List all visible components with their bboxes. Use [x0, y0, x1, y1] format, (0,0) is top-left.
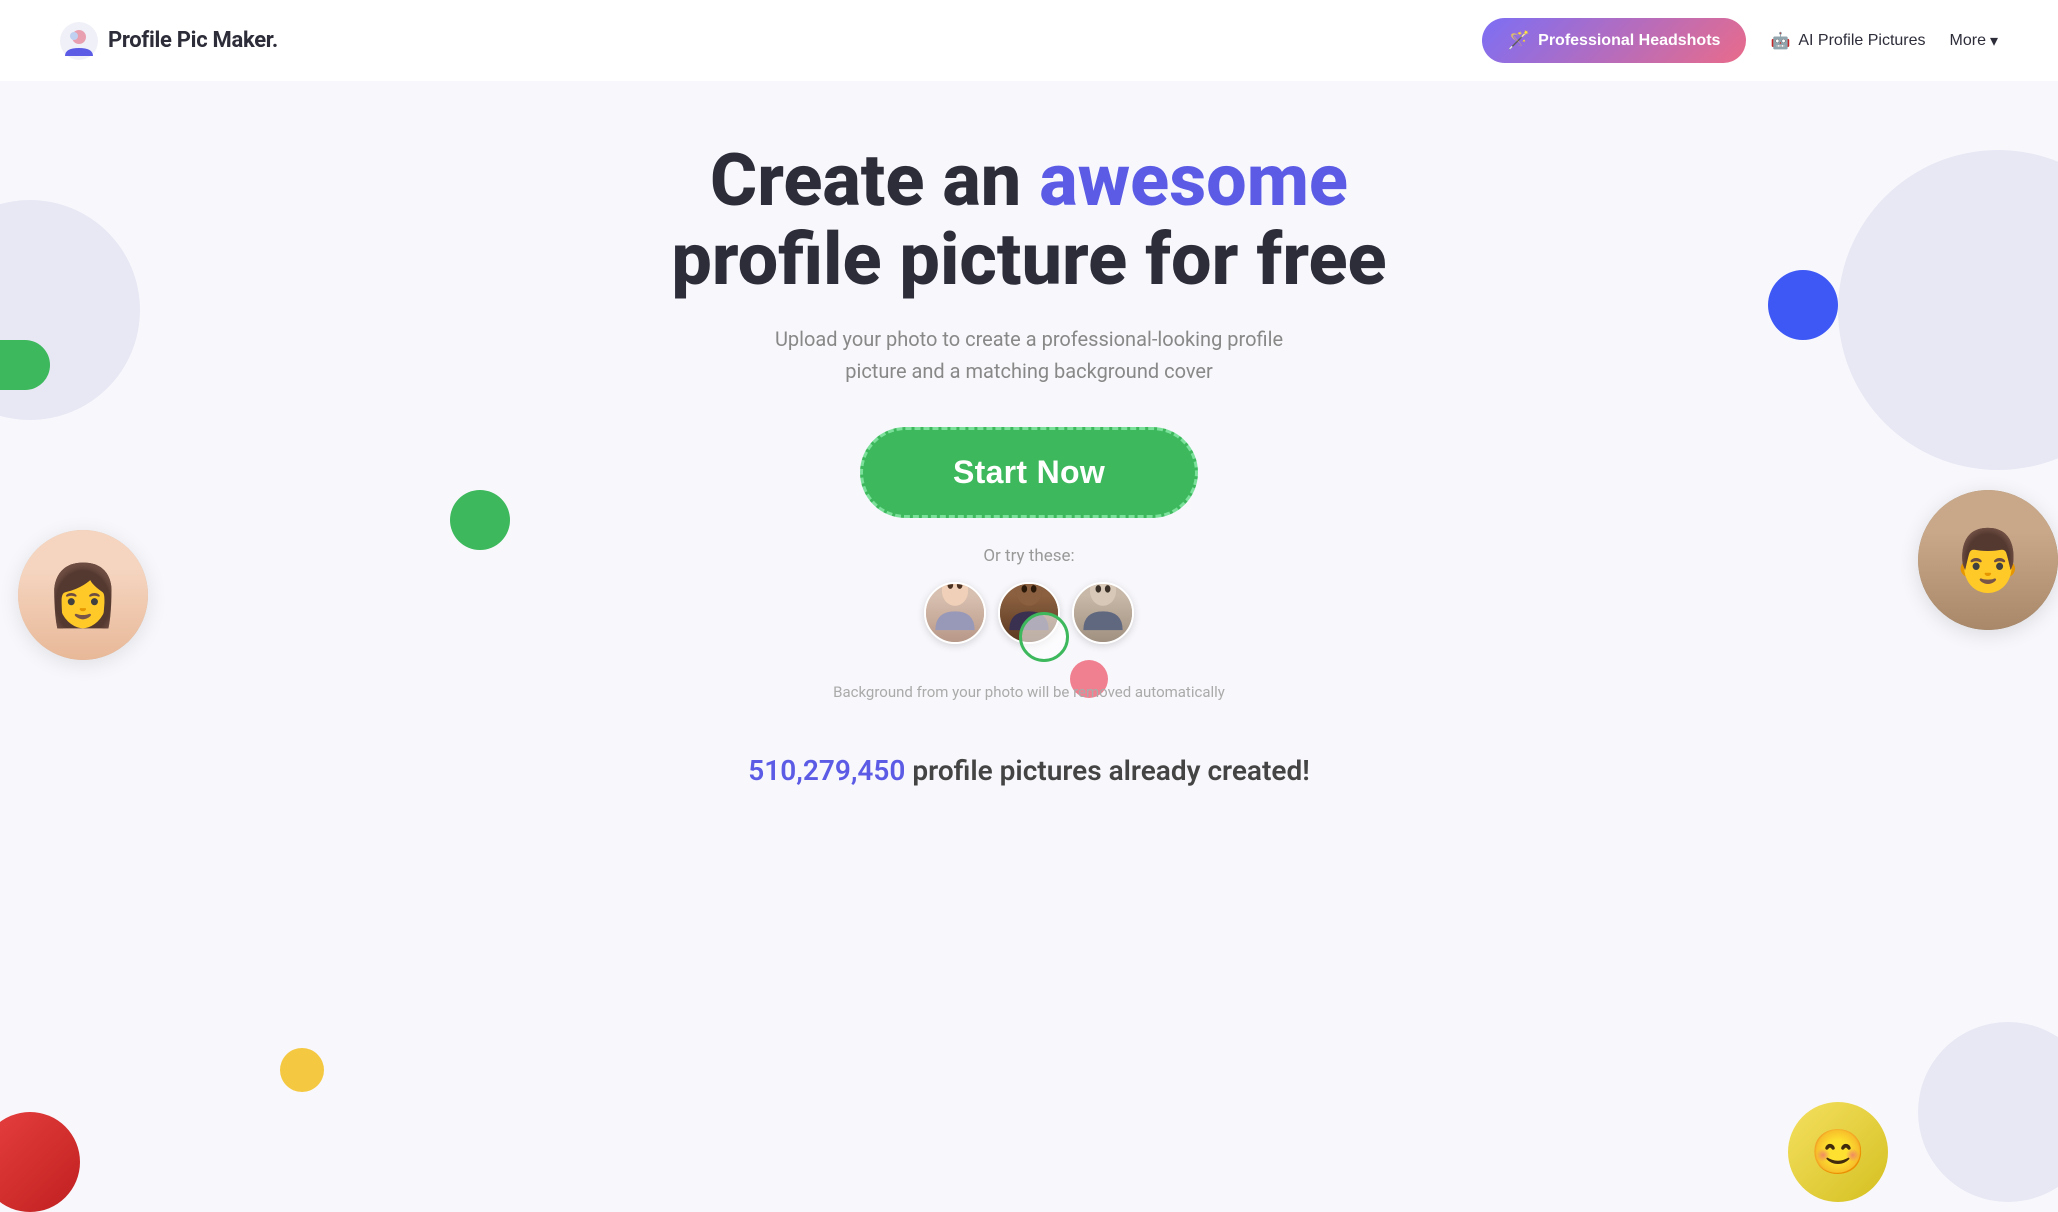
hero-title: Create an awesome profile picture for fr…	[654, 141, 1404, 299]
ai-profile-icon: 🤖	[1770, 31, 1790, 51]
bg-removed-text: Background from your photo will be remov…	[833, 680, 1225, 704]
deco-yellow-face-bottom: 😊	[1788, 1102, 1888, 1202]
ai-profile-button[interactable]: 🤖 AI Profile Pictures	[1770, 31, 1925, 51]
sample-avatar-3[interactable]	[1072, 582, 1134, 644]
sample-avatar-1[interactable]	[924, 582, 986, 644]
deco-red-arc	[0, 1112, 80, 1212]
navbar-actions: 🪄 Professional Headshots 🤖 AI Profile Pi…	[1482, 18, 1998, 63]
start-now-button[interactable]: Start Now	[860, 427, 1198, 518]
cursor-circle	[1019, 612, 1069, 662]
hero-section: Create an awesome profile picture for fr…	[0, 81, 2058, 817]
chevron-down-icon: ▾	[1990, 31, 1998, 51]
navbar: Profile Pic Maker. 🪄 Professional Headsh…	[0, 0, 2058, 81]
or-try-text: Or try these:	[983, 546, 1074, 566]
stats-row: 510,279,450 profile pictures already cre…	[748, 754, 1309, 787]
hero-title-highlight: awesome	[1039, 138, 1348, 223]
more-label: More	[1950, 32, 1986, 50]
headshots-button[interactable]: 🪄 Professional Headshots	[1482, 18, 1747, 63]
more-button[interactable]: More ▾	[1950, 31, 1998, 51]
brand-name: Profile Pic Maker.	[108, 28, 278, 53]
headshots-icon: 🪄	[1508, 30, 1530, 51]
headshots-label: Professional Headshots	[1538, 32, 1720, 50]
deco-yellow-dot	[280, 1048, 324, 1092]
hero-title-part1: Create an	[710, 138, 1039, 223]
stats-count: 510,279,450	[748, 754, 905, 787]
hero-subtitle: Upload your photo to create a profession…	[769, 323, 1289, 387]
sample-avatars	[924, 582, 1134, 644]
logo-icon	[60, 22, 98, 60]
hero-title-part2: profile picture for free	[671, 217, 1386, 302]
logo-link[interactable]: Profile Pic Maker.	[60, 22, 278, 60]
stats-suffix: profile pictures already created!	[905, 754, 1309, 787]
deco-bottom-right-blob	[1918, 1022, 2058, 1202]
ai-profile-label: AI Profile Pictures	[1798, 32, 1925, 50]
